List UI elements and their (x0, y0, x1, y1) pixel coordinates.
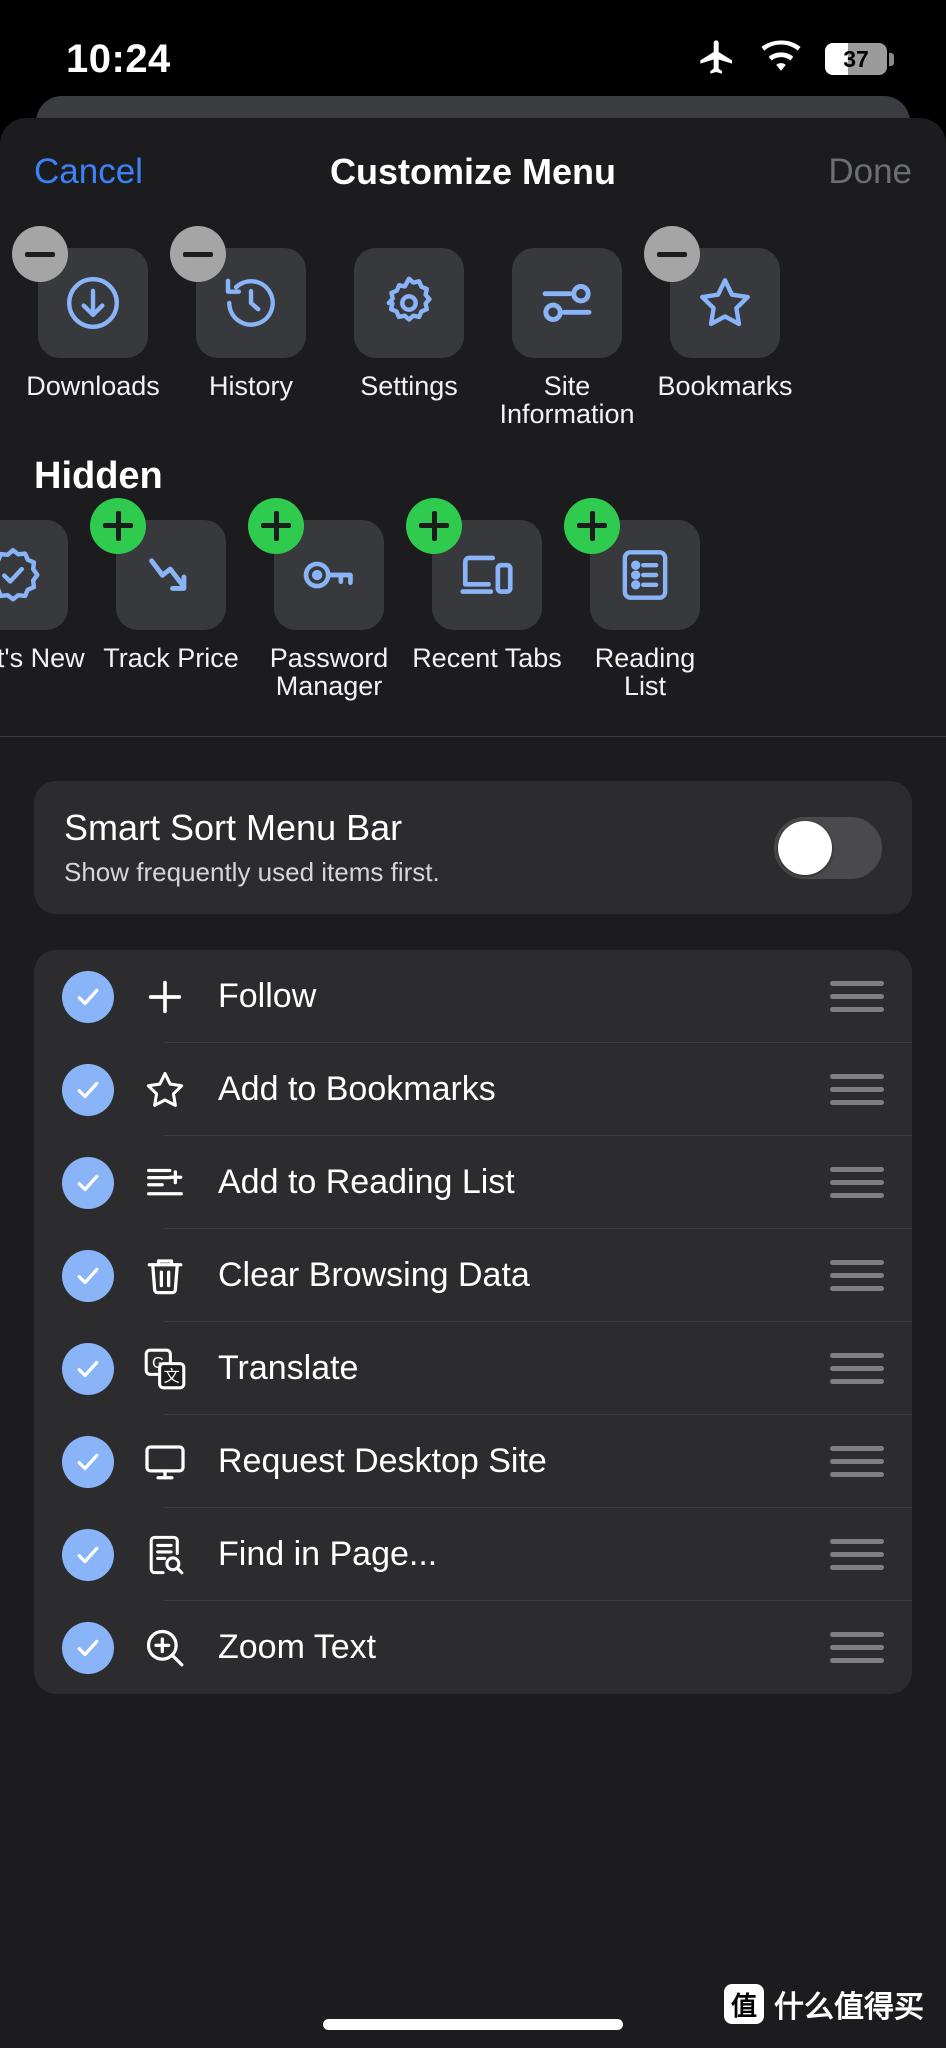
list-item[interactable]: Follow (34, 950, 912, 1044)
list-item-label: Zoom Text (218, 1628, 377, 1667)
find-in-page-icon (130, 1532, 200, 1578)
battery-indicator: 37 (825, 43, 894, 75)
tile-label: Track Price (103, 642, 239, 673)
airplane-icon (697, 37, 737, 82)
smart-sort-toggle[interactable] (774, 816, 882, 879)
list-item[interactable]: Zoom Text (34, 1601, 912, 1694)
menu-items-list: Follow Add to Bookmarks Add to Reading L… (34, 950, 912, 1695)
tile-label: Downloads (26, 371, 160, 401)
checkmark-icon[interactable] (62, 1063, 114, 1116)
tile-label: What's New (0, 642, 85, 673)
tile-password-manager[interactable]: Password Manager (248, 497, 408, 702)
watermark-text: 什么值得买 (774, 1991, 924, 2024)
list-item[interactable]: Clear Browsing Data (34, 1229, 912, 1323)
drag-handle-icon[interactable] (830, 1446, 884, 1478)
translate-icon: G文 (130, 1346, 200, 1392)
checkmark-icon[interactable] (62, 1621, 114, 1674)
wifi-icon (759, 39, 803, 79)
page-title: Customize Menu (329, 151, 616, 192)
tile-label: History (208, 371, 293, 401)
drag-handle-icon[interactable] (830, 1260, 884, 1292)
smart-sort-subtitle: Show frequently used items first. (64, 857, 440, 888)
checkmark-icon[interactable] (62, 1342, 114, 1395)
drag-handle-icon[interactable] (830, 1353, 884, 1385)
tile-site-information[interactable]: Site Information (488, 248, 646, 429)
list-item[interactable]: Add to Bookmarks (34, 1043, 912, 1137)
drag-handle-icon[interactable] (830, 1167, 884, 1199)
status-time: 10:24 (66, 36, 171, 81)
add-reading-list-icon (130, 1160, 200, 1206)
list-item-label: Request Desktop Site (218, 1442, 547, 1481)
add-badge-password-manager[interactable] (248, 497, 304, 554)
checkmark-icon[interactable] (62, 1249, 114, 1302)
plus-icon (130, 974, 200, 1020)
checkmark-icon[interactable] (62, 1435, 114, 1488)
hidden-section-title: Hidden (34, 454, 163, 497)
remove-badge-bookmarks[interactable] (644, 226, 700, 282)
sliders-icon (512, 248, 622, 358)
list-item[interactable]: Request Desktop Site (34, 1415, 912, 1509)
list-item[interactable]: G文 Translate (34, 1322, 912, 1416)
visible-items-row[interactable]: Downloads History Settings Site Informat… (0, 226, 946, 429)
tile-label: Site Information (499, 371, 635, 430)
tile-downloads[interactable]: Downloads (12, 226, 172, 401)
drag-handle-icon[interactable] (830, 1539, 884, 1571)
section-divider (0, 736, 946, 738)
add-badge-track-price[interactable] (90, 497, 146, 554)
hidden-items-row[interactable]: What's New Track Price Password Manager (0, 497, 946, 702)
customize-menu-sheet: Cancel Customize Menu Done Downloads His… (0, 118, 946, 2048)
remove-badge-downloads[interactable] (12, 226, 68, 282)
tile-label: Recent Tabs (412, 642, 562, 673)
drag-handle-icon[interactable] (830, 1074, 884, 1106)
smart-sort-card[interactable]: Smart Sort Menu Bar Show frequently used… (34, 781, 912, 915)
tile-label: Reading List (594, 642, 696, 702)
tile-settings[interactable]: Settings (330, 248, 488, 400)
home-indicator (323, 2019, 623, 2030)
list-item-label: Follow (218, 977, 317, 1016)
tile-label: Password Manager (269, 642, 389, 702)
zoom-text-icon (130, 1625, 200, 1671)
svg-text:文: 文 (164, 1368, 180, 1386)
list-item[interactable]: Find in Page... (34, 1508, 912, 1602)
tile-recent-tabs[interactable]: Recent Tabs (406, 497, 566, 673)
tile-track-price[interactable]: Track Price (90, 497, 250, 673)
drag-handle-icon[interactable] (830, 981, 884, 1013)
tile-label: Settings (360, 371, 458, 401)
smart-sort-title: Smart Sort Menu Bar (64, 807, 403, 849)
checkmark-icon[interactable] (62, 1528, 114, 1581)
gear-icon (354, 248, 464, 358)
checkmark-icon[interactable] (62, 1156, 114, 1209)
star-outline-icon (130, 1067, 200, 1113)
battery-level: 37 (843, 46, 869, 72)
tile-whats-new[interactable]: What's New (0, 519, 92, 673)
list-item-label: Add to Reading List (218, 1163, 515, 1202)
add-badge-recent-tabs[interactable] (406, 497, 462, 554)
seal-check-icon (0, 519, 68, 630)
list-item-label: Translate (218, 1349, 359, 1388)
drag-handle-icon[interactable] (830, 1632, 884, 1664)
tile-history[interactable]: History (170, 226, 330, 401)
list-item[interactable]: Add to Reading List (34, 1136, 912, 1230)
watermark: 值 什么值得买 (724, 1982, 924, 2026)
desktop-icon (130, 1439, 200, 1485)
trash-icon (130, 1253, 200, 1299)
remove-badge-history[interactable] (170, 226, 226, 282)
watermark-logo: 值 (724, 1984, 764, 2024)
checkmark-icon[interactable] (62, 970, 114, 1023)
list-item-label: Find in Page... (218, 1535, 438, 1574)
add-badge-reading-list[interactable] (564, 497, 620, 554)
tile-bookmarks[interactable]: Bookmarks (644, 226, 804, 401)
list-item-label: Clear Browsing Data (218, 1256, 530, 1295)
tile-reading-list[interactable]: Reading List (564, 497, 724, 702)
status-indicators: 37 (697, 37, 894, 82)
sheet-navbar: Cancel Customize Menu Done (0, 118, 946, 226)
list-item-label: Add to Bookmarks (218, 1070, 496, 1109)
tile-label: Bookmarks (657, 371, 793, 401)
